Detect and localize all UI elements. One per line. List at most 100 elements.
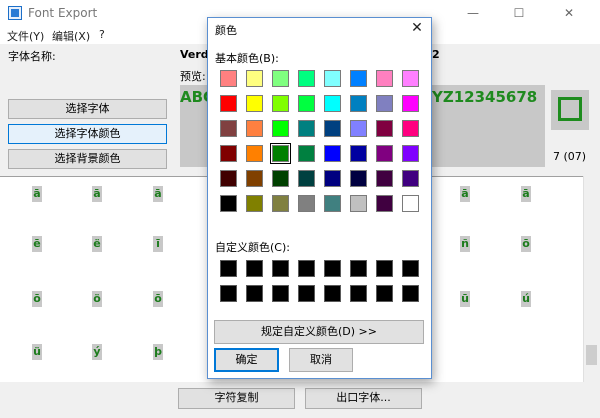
copy-char-button[interactable]: 字符复制 bbox=[178, 388, 295, 409]
glyph-cell[interactable]: ō bbox=[521, 236, 531, 252]
basic-color-swatch[interactable] bbox=[298, 95, 315, 112]
basic-color-swatch[interactable] bbox=[298, 70, 315, 87]
basic-color-swatch[interactable] bbox=[246, 145, 263, 162]
custom-color-swatch[interactable] bbox=[402, 285, 419, 302]
select-font-color-button[interactable]: 选择字体颜色 bbox=[8, 124, 167, 144]
close-button[interactable]: ✕ bbox=[546, 0, 592, 26]
basic-color-swatch[interactable] bbox=[402, 120, 419, 137]
basic-color-swatch[interactable] bbox=[246, 120, 263, 137]
basic-color-swatch[interactable] bbox=[324, 120, 341, 137]
basic-color-swatch[interactable] bbox=[402, 145, 419, 162]
basic-color-swatch[interactable] bbox=[350, 195, 367, 212]
basic-color-swatch[interactable] bbox=[298, 145, 315, 162]
basic-color-swatch[interactable] bbox=[298, 195, 315, 212]
basic-color-swatch[interactable] bbox=[324, 195, 341, 212]
glyph-cell[interactable]: ō bbox=[153, 291, 163, 307]
basic-color-swatch[interactable] bbox=[350, 120, 367, 137]
menu-file[interactable]: 文件(Y) bbox=[7, 28, 44, 44]
maximize-button[interactable]: ☐ bbox=[496, 0, 542, 26]
glyph-cell[interactable]: ú bbox=[521, 291, 531, 307]
basic-color-swatch[interactable] bbox=[376, 145, 393, 162]
basic-color-swatch[interactable] bbox=[324, 170, 341, 187]
glyph-cell[interactable]: ā bbox=[460, 186, 470, 202]
export-font-button[interactable]: 出口字体... bbox=[305, 388, 422, 409]
glyph-cell[interactable]: ī bbox=[153, 236, 163, 252]
font-name-label: 字体名称: bbox=[8, 50, 56, 63]
basic-color-swatch[interactable] bbox=[220, 95, 237, 112]
basic-color-swatch[interactable] bbox=[298, 170, 315, 187]
custom-color-swatch[interactable] bbox=[324, 285, 341, 302]
custom-color-swatch[interactable] bbox=[350, 260, 367, 277]
basic-color-swatch[interactable] bbox=[272, 170, 289, 187]
basic-color-swatch[interactable] bbox=[402, 95, 419, 112]
select-background-color-button[interactable]: 选择背景颜色 bbox=[8, 149, 167, 169]
glyph-cell[interactable]: ö bbox=[92, 291, 102, 307]
basic-color-swatch[interactable] bbox=[272, 195, 289, 212]
basic-color-swatch[interactable] bbox=[402, 195, 419, 212]
glyph-cell[interactable]: ý bbox=[92, 344, 102, 360]
glyph-cell[interactable]: ā bbox=[92, 186, 102, 202]
basic-color-swatch[interactable] bbox=[270, 143, 291, 164]
basic-color-swatch[interactable] bbox=[402, 170, 419, 187]
glyph-cell[interactable]: ü bbox=[32, 344, 42, 360]
basic-color-swatch[interactable] bbox=[376, 120, 393, 137]
dialog-close-icon[interactable]: ✕ bbox=[407, 19, 427, 37]
select-font-button[interactable]: 选择字体 bbox=[8, 99, 167, 119]
basic-color-swatch[interactable] bbox=[376, 70, 393, 87]
basic-color-swatch[interactable] bbox=[376, 195, 393, 212]
glyph-cell[interactable]: ō bbox=[32, 291, 42, 307]
glyph-cell[interactable]: ē bbox=[32, 236, 42, 252]
ok-button[interactable]: 确定 bbox=[214, 348, 279, 372]
glyph-cell[interactable]: ā bbox=[153, 186, 163, 202]
glyph-cell[interactable]: ë bbox=[92, 236, 102, 252]
glyph-cell[interactable]: ā bbox=[521, 186, 531, 202]
basic-color-swatch[interactable] bbox=[246, 95, 263, 112]
basic-color-swatch[interactable] bbox=[220, 170, 237, 187]
custom-color-swatch[interactable] bbox=[220, 285, 237, 302]
minimize-button[interactable]: — bbox=[450, 0, 496, 26]
basic-color-swatch[interactable] bbox=[246, 195, 263, 212]
basic-color-swatch[interactable] bbox=[246, 70, 263, 87]
menu-edit[interactable]: 编辑(X) bbox=[52, 28, 90, 44]
basic-color-swatch[interactable] bbox=[324, 70, 341, 87]
basic-color-swatch[interactable] bbox=[220, 145, 237, 162]
define-custom-colors-button[interactable]: 规定自定义颜色(D) >> bbox=[214, 320, 424, 344]
custom-color-swatch[interactable] bbox=[298, 260, 315, 277]
glyph-cell[interactable]: ā bbox=[32, 186, 42, 202]
custom-color-swatch[interactable] bbox=[350, 285, 367, 302]
custom-color-swatch[interactable] bbox=[272, 285, 289, 302]
basic-color-swatch[interactable] bbox=[324, 145, 341, 162]
basic-color-swatch[interactable] bbox=[272, 95, 289, 112]
basic-color-swatch[interactable] bbox=[246, 170, 263, 187]
custom-color-swatch[interactable] bbox=[246, 285, 263, 302]
basic-color-swatch[interactable] bbox=[220, 120, 237, 137]
custom-color-swatch[interactable] bbox=[324, 260, 341, 277]
basic-color-swatch[interactable] bbox=[272, 70, 289, 87]
custom-color-swatch[interactable] bbox=[402, 260, 419, 277]
custom-color-swatch[interactable] bbox=[376, 285, 393, 302]
custom-color-swatch[interactable] bbox=[298, 285, 315, 302]
basic-color-swatch[interactable] bbox=[350, 145, 367, 162]
custom-colors-label: 自定义颜色(C): bbox=[215, 241, 290, 254]
custom-color-swatch[interactable] bbox=[272, 260, 289, 277]
custom-color-swatch[interactable] bbox=[246, 260, 263, 277]
basic-color-swatch[interactable] bbox=[376, 170, 393, 187]
basic-color-swatch[interactable] bbox=[376, 95, 393, 112]
menu-help[interactable]: ? bbox=[99, 28, 105, 41]
basic-color-swatch[interactable] bbox=[350, 70, 367, 87]
glyph-cell[interactable]: þ bbox=[153, 344, 163, 360]
basic-color-swatch[interactable] bbox=[402, 70, 419, 87]
basic-color-swatch[interactable] bbox=[298, 120, 315, 137]
basic-color-swatch[interactable] bbox=[350, 170, 367, 187]
basic-color-swatch[interactable] bbox=[324, 95, 341, 112]
basic-color-swatch[interactable] bbox=[220, 70, 237, 87]
custom-color-swatch[interactable] bbox=[376, 260, 393, 277]
basic-color-swatch[interactable] bbox=[272, 120, 289, 137]
glyph-cell[interactable]: ū bbox=[460, 291, 470, 307]
glyph-cell[interactable]: ñ bbox=[460, 236, 470, 252]
basic-color-swatch[interactable] bbox=[220, 195, 237, 212]
custom-color-swatch[interactable] bbox=[220, 260, 237, 277]
basic-color-swatch[interactable] bbox=[350, 95, 367, 112]
cancel-button[interactable]: 取消 bbox=[289, 348, 353, 372]
scrollbar-thumb[interactable] bbox=[586, 345, 597, 365]
